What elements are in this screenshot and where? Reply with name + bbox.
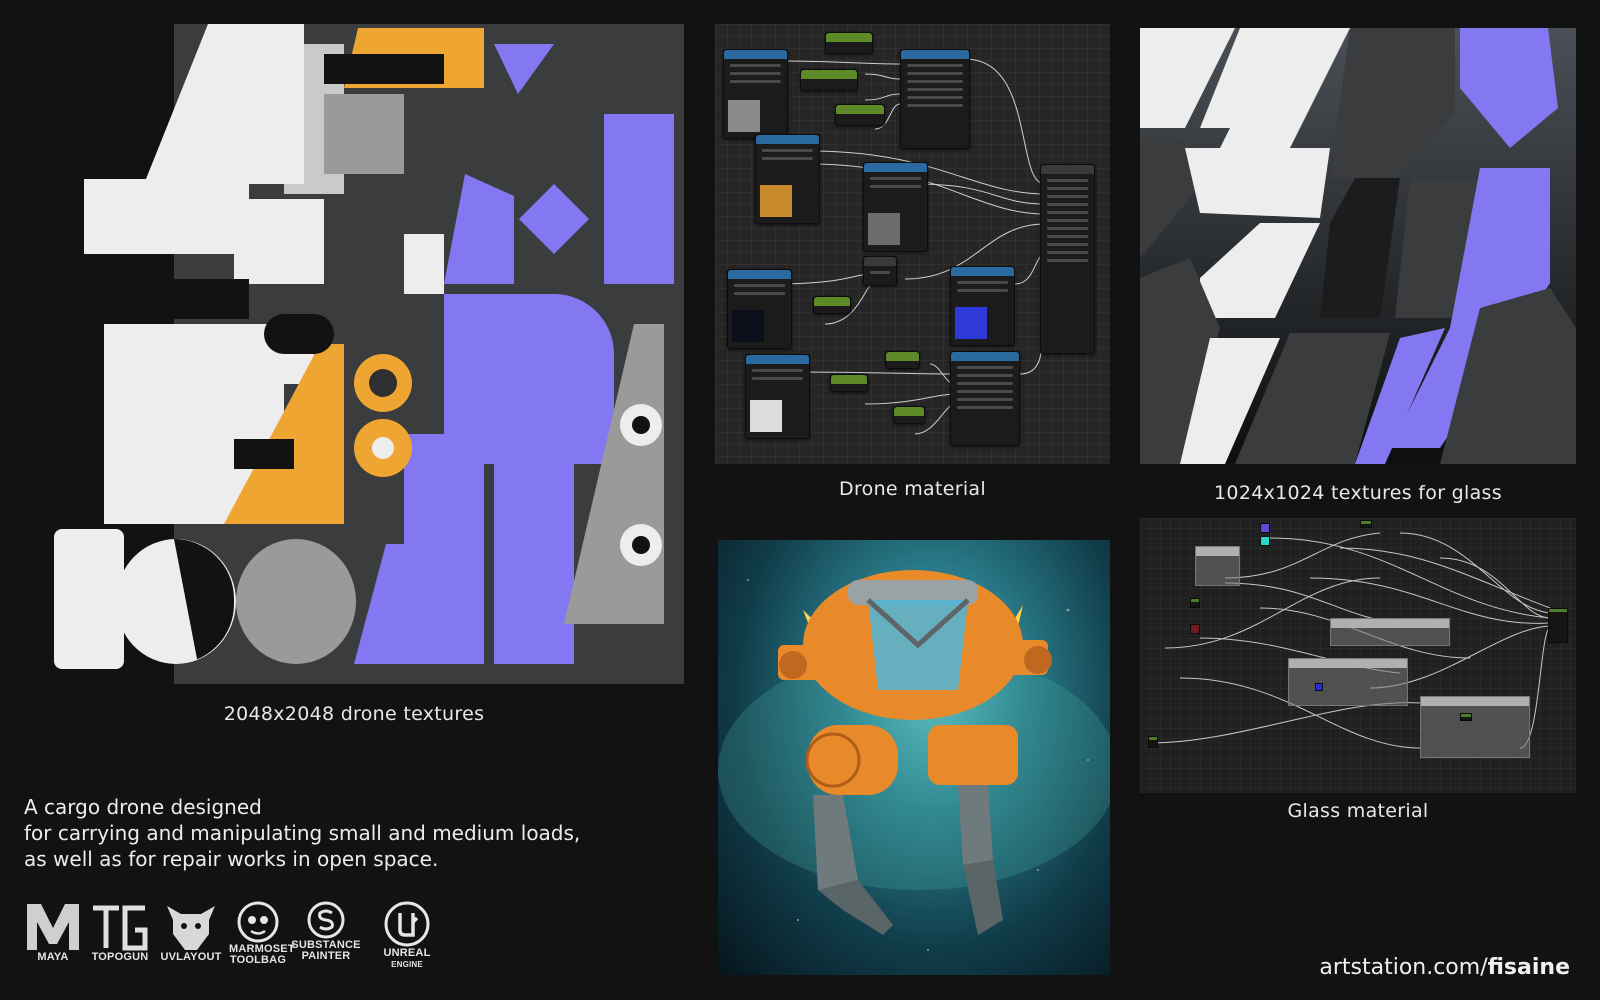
- refraction-group[interactable]: [1420, 696, 1530, 758]
- unreal-icon: [384, 901, 430, 947]
- software-logos: MAYA TOPOGUN UVLAYOUT MARMOSET TOOLBAG S…: [24, 900, 464, 982]
- roughness-middle-node[interactable]: [800, 69, 858, 91]
- drone-output-node[interactable]: [1040, 164, 1095, 354]
- drone-textures-caption: 2048x2048 drone textures: [223, 703, 485, 725]
- uvlayout-logo: UVLAYOUT: [159, 900, 223, 963]
- ao-white-node[interactable]: [893, 406, 925, 424]
- description-line: as well as for repair works in open spac…: [24, 847, 439, 871]
- glass-texture-atlas: [1140, 28, 1576, 464]
- uvlayout-icon: [167, 906, 215, 950]
- roughness-black-node[interactable]: [825, 32, 873, 54]
- color-node[interactable]: [1315, 683, 1323, 691]
- graph-node[interactable]: [1360, 520, 1372, 528]
- color-node[interactable]: [1260, 523, 1270, 533]
- glass-material-caption: Glass material: [1287, 800, 1429, 822]
- texture-sample-node[interactable]: [755, 134, 820, 224]
- drone-texture-atlas: [24, 24, 684, 684]
- color-node[interactable]: [1260, 536, 1270, 546]
- opacity-group[interactable]: [1330, 618, 1450, 646]
- emissive-node[interactable]: [813, 296, 851, 314]
- texture-sample-node[interactable]: [745, 354, 810, 439]
- substance-painter-logo: SUBSTANCE PAINTER: [286, 900, 366, 962]
- graph-node[interactable]: [1190, 624, 1200, 634]
- marmoset-toolbag-logo: MARMOSET TOOLBAG: [229, 900, 295, 966]
- drone-render: [718, 540, 1110, 975]
- ao-black-node[interactable]: [885, 351, 920, 369]
- multiply-node[interactable]: [863, 256, 897, 286]
- substance-icon: [307, 901, 345, 939]
- ao-middle-node[interactable]: [830, 374, 868, 392]
- drone-material-caption: Drone material: [839, 478, 986, 500]
- artstation-handle: fisaine: [1487, 955, 1570, 980]
- texture-sample-node[interactable]: [727, 269, 792, 349]
- artstation-link[interactable]: artstation.com/fisaine: [1319, 955, 1570, 980]
- glass-output-node[interactable]: [1548, 608, 1568, 643]
- drone-illustration: [718, 570, 1110, 951]
- drone-material-graph: [715, 24, 1110, 464]
- graph-node[interactable]: [1460, 713, 1472, 721]
- texture-sample-node[interactable]: [950, 266, 1015, 346]
- unreal-engine-logo: UNREAL ENGINE: [372, 900, 442, 970]
- artstation-link-prefix: artstation.com/: [1319, 955, 1488, 980]
- description-line: for carrying and manipulating small and …: [24, 821, 581, 845]
- maya-logo: MAYA: [24, 900, 82, 963]
- glass-textures-caption: 1024x1024 textures for glass: [1214, 482, 1502, 504]
- description-line: A cargo drone designed: [24, 795, 262, 819]
- texture-sample-node[interactable]: [863, 162, 928, 252]
- three-point-levels-node[interactable]: [950, 351, 1020, 446]
- project-description: A cargo drone designed for carrying and …: [24, 794, 644, 872]
- maya-icon: [27, 904, 79, 950]
- texture-sample-node[interactable]: [723, 49, 788, 139]
- graph-node[interactable]: [1190, 598, 1200, 608]
- topogun-icon: [93, 905, 148, 951]
- glass-material-graph: [1140, 518, 1576, 793]
- three-point-levels-node[interactable]: [900, 49, 970, 149]
- roughness-white-node[interactable]: [835, 104, 885, 126]
- normals-group[interactable]: [1288, 658, 1408, 706]
- glass-texture-shapes: [1140, 28, 1576, 464]
- node-group[interactable]: [1195, 546, 1240, 586]
- marmoset-icon: [237, 901, 279, 943]
- topogun-logo: TOPOGUN: [88, 900, 152, 963]
- graph-node[interactable]: [1148, 736, 1158, 748]
